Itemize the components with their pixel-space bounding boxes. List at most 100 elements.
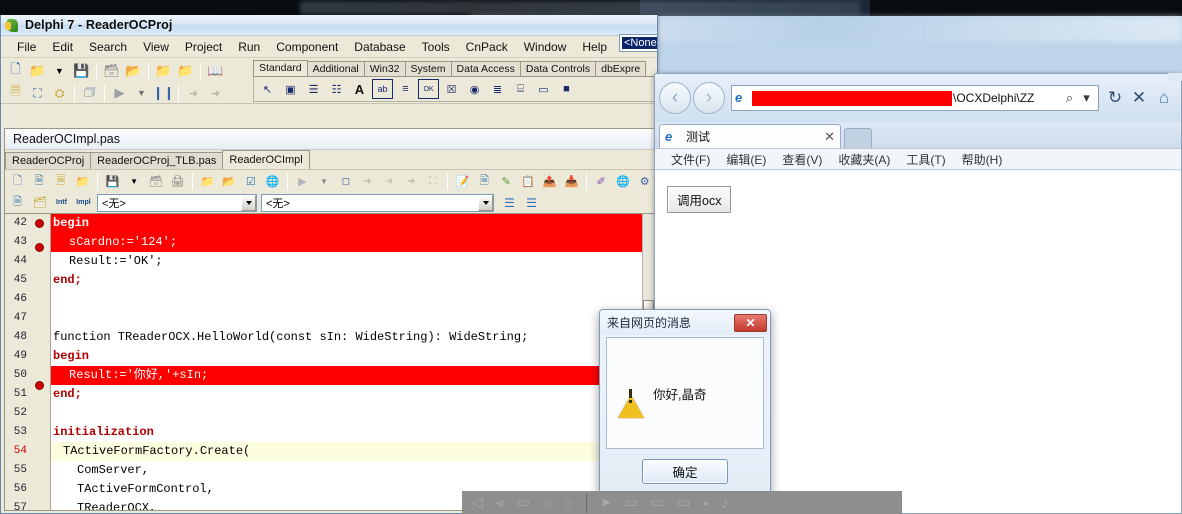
memo-icon[interactable]: ≡ xyxy=(395,79,416,99)
breakpoint-marker[interactable] xyxy=(29,243,50,262)
trace-into-icon[interactable]: ➜ xyxy=(183,83,204,103)
new-tab-button[interactable] xyxy=(844,128,872,148)
cn-run-dropdown-icon[interactable]: ▼ xyxy=(314,172,335,192)
breakpoint-marker[interactable] xyxy=(29,381,50,400)
code-line[interactable]: function TReaderOCX.HelloWorld(const sIn… xyxy=(51,328,655,347)
menu-tools[interactable]: Tools xyxy=(414,38,458,56)
chevron-down-icon-method[interactable] xyxy=(478,194,493,211)
code-line[interactable] xyxy=(51,404,655,423)
stop-icon[interactable]: ✕ xyxy=(1127,88,1151,108)
palette-tab-data-access[interactable]: Data Access xyxy=(450,61,521,76)
cn-addproj-icon[interactable]: 📂 xyxy=(219,172,240,192)
edit-icon[interactable]: ab xyxy=(372,79,393,99)
cn-wizard-icon[interactable]: 📝 xyxy=(452,172,473,192)
cn-stepout-icon[interactable]: ➜ xyxy=(401,172,422,192)
editor-tab-readerocproj[interactable]: ReaderOCProj xyxy=(5,152,92,169)
menu-help[interactable]: Help xyxy=(574,38,615,56)
search-icon[interactable]: ⌕ xyxy=(1061,90,1078,106)
menu-file[interactable]: File xyxy=(9,38,44,56)
menu-run[interactable]: Run xyxy=(230,38,268,56)
strip-icon-circle-1[interactable]: ○ xyxy=(543,495,551,511)
strip-icon-panel-2[interactable]: ▭ xyxy=(651,494,664,511)
palette-tab-win32[interactable]: Win32 xyxy=(363,61,406,76)
strip-icon-arrow[interactable]: ➤ xyxy=(600,494,612,511)
palette-tab-dbexpress[interactable]: dbExpre xyxy=(595,61,647,76)
cn-save-icon[interactable]: 💾 xyxy=(102,172,123,192)
cn-proc-toggle-icon[interactable]: 🗂 xyxy=(29,193,50,213)
cn-options-icon[interactable]: ⚙ xyxy=(634,172,655,192)
cn-add-icon[interactable]: 📁 xyxy=(72,172,93,192)
code-line[interactable]: ComServer, xyxy=(51,461,655,480)
menu-cnpack[interactable]: CnPack xyxy=(458,38,516,56)
editor-tab-readerocimpl[interactable]: ReaderOCImpl xyxy=(222,150,310,169)
checkbox-icon[interactable]: ☒ xyxy=(441,79,462,99)
menu-project[interactable]: Project xyxy=(177,38,230,56)
cn-unit-icon[interactable]: 🗎 xyxy=(474,172,495,192)
refresh-icon[interactable]: ↻ xyxy=(1103,88,1127,108)
pause-icon[interactable]: ❙❙ xyxy=(153,83,175,103)
cn-format-icon[interactable]: ✐ xyxy=(591,172,612,192)
palette-tab-system[interactable]: System xyxy=(404,61,452,76)
label-icon[interactable]: A xyxy=(349,79,370,99)
editor-tab-readerocproj-tlb[interactable]: ReaderOCProj_TLB.pas xyxy=(90,152,224,169)
cn-runto-icon[interactable]: ⛶ xyxy=(423,172,444,192)
code-line[interactable]: begin xyxy=(51,214,655,233)
call-ocx-button[interactable]: 调用ocx xyxy=(667,186,732,213)
project-combo[interactable]: <None> xyxy=(619,34,657,52)
breakpoint-gutter[interactable] xyxy=(29,214,51,510)
save-all-icon[interactable]: 🗃 xyxy=(101,61,122,81)
cn-list-icon[interactable]: 🗏 xyxy=(51,172,72,192)
menu-view[interactable]: View xyxy=(135,38,177,56)
code-area[interactable]: 42 43 44 45 46 47 48 49 50 51 52 53 54 5… xyxy=(5,213,655,510)
back-button[interactable]: ‹ xyxy=(659,82,691,114)
run-dropdown-icon[interactable]: ▼ xyxy=(131,83,152,103)
save-icon[interactable]: 💾 xyxy=(71,61,92,81)
mainmenu-icon[interactable]: ☰ xyxy=(303,79,324,99)
cn-trace-icon[interactable]: ➜ xyxy=(357,172,378,192)
code-text[interactable]: begin sCardno:='124'; Result:='OK'; end;… xyxy=(51,214,655,510)
close-icon[interactable]: ✕ xyxy=(824,129,835,145)
strip-icon-first[interactable]: ⪡ xyxy=(496,494,504,511)
open-icon[interactable]: 📁 xyxy=(27,61,48,81)
open-project-icon[interactable]: 📂 xyxy=(123,61,144,81)
pointer-icon[interactable]: ↖ xyxy=(257,79,278,99)
scrollbar-icon[interactable]: ▭ xyxy=(533,79,554,99)
strip-icon-note[interactable]: ♪ xyxy=(721,495,728,511)
add-file-icon[interactable]: 📁 xyxy=(153,61,174,81)
open-dropdown-icon[interactable]: ▼ xyxy=(49,61,70,81)
strip-icon-panel-3[interactable]: ▭ xyxy=(677,494,690,511)
cn-saveall-icon[interactable]: 🗃 xyxy=(146,172,167,192)
cn-open-icon[interactable]: 🗎 xyxy=(29,172,50,192)
browser-menu-edit[interactable]: 编辑(E) xyxy=(718,149,774,170)
new-form-icon[interactable]: 🗇 xyxy=(79,83,100,103)
chevron-down-icon-address[interactable]: ▾ xyxy=(1078,90,1095,106)
palette-tab-standard[interactable]: Standard xyxy=(253,60,308,76)
breakpoint-marker[interactable] xyxy=(29,219,50,238)
cn-new-icon[interactable]: 🗋 xyxy=(7,172,28,192)
toggle-form-unit-icon[interactable]: ⛭ xyxy=(49,83,70,103)
strip-icon-prev[interactable]: ◁ xyxy=(472,494,483,511)
chevron-down-icon-class[interactable] xyxy=(241,194,256,211)
menu-window[interactable]: Window xyxy=(516,38,575,56)
ok-button[interactable]: 确定 xyxy=(642,458,728,484)
cn-intf-icon[interactable]: Intf xyxy=(51,193,72,213)
cn-openproj-icon[interactable]: 📁 xyxy=(197,172,218,192)
browser-tab[interactable]: e 测试 ✕ xyxy=(659,124,841,148)
popupmenu-icon[interactable]: ☷ xyxy=(326,79,347,99)
code-line-breakpoint[interactable]: Result:='你好,'+sIn; xyxy=(51,366,655,385)
menu-component[interactable]: Component xyxy=(268,38,346,56)
combobox-icon[interactable]: ⌸ xyxy=(510,79,531,99)
new-icon[interactable]: 🗋 xyxy=(5,61,26,81)
code-line[interactable]: end; xyxy=(51,385,655,404)
frames-icon[interactable]: ▣ xyxy=(280,79,301,99)
code-line[interactable]: sCardno:='124'; xyxy=(51,233,655,252)
strip-icon-panel-1[interactable]: ▭ xyxy=(625,494,638,511)
code-line-current[interactable]: TActiveFormFactory.Create( xyxy=(51,442,655,461)
forward-button[interactable]: › xyxy=(693,82,725,114)
cn-step-icon[interactable]: ➜ xyxy=(379,172,400,192)
address-bar[interactable]: e \OCXDelphi\ZZ ⌕ ▾ xyxy=(731,85,1099,111)
cn-proc-list-icon[interactable]: 🗎 xyxy=(7,193,28,213)
remove-file-icon[interactable]: 📁 xyxy=(175,61,196,81)
cn-check-icon[interactable]: ☑ xyxy=(241,172,262,192)
code-line[interactable]: end; xyxy=(51,271,655,290)
